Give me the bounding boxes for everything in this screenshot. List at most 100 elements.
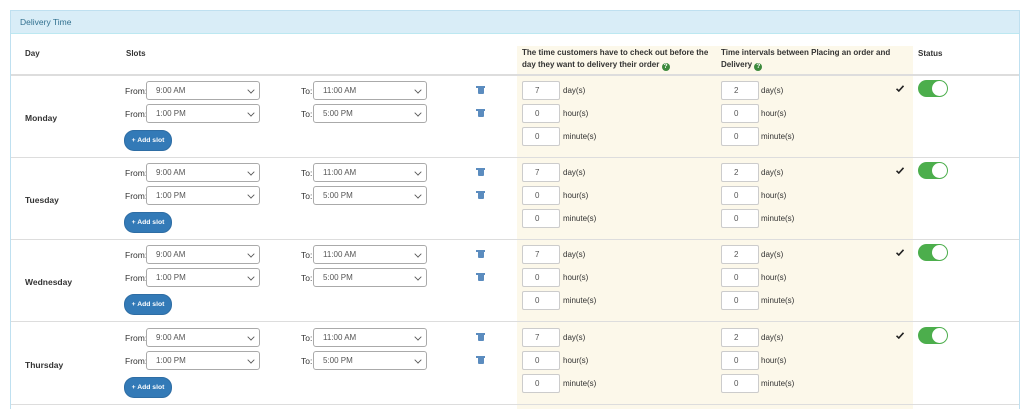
header-day: Day: [25, 49, 40, 58]
slot-to-select[interactable]: 11:00 AM: [313, 81, 427, 100]
checkout-hours-unit: hour(s): [563, 109, 589, 118]
interval-minutes-unit: minute(s): [761, 296, 795, 305]
interval-minutes-input[interactable]: 0: [721, 291, 759, 310]
checkmark-icon: [896, 167, 904, 174]
slot-from-select[interactable]: 1:00 PM: [146, 186, 260, 205]
checkout-minutes-unit: minute(s): [563, 296, 597, 305]
checkout-days-input[interactable]: 7: [522, 81, 560, 100]
interval-days-input[interactable]: 2: [721, 328, 759, 347]
checkout-minutes-input[interactable]: 0: [522, 374, 560, 393]
help-icon[interactable]: ?: [754, 63, 763, 71]
checkmark-icon: [896, 85, 904, 92]
help-icon[interactable]: ?: [661, 63, 670, 71]
slot-from-value: 9:00 AM: [156, 333, 186, 342]
add-slot-button[interactable]: + Add slot: [124, 294, 172, 315]
header-checkout-line-2: day they want to delivery their order ?: [522, 59, 708, 71]
slot-from-select[interactable]: 1:00 PM: [146, 104, 260, 123]
to-label: To:: [301, 109, 313, 119]
slot-to-value: 5:00 PM: [323, 356, 353, 365]
chevron-down-icon: [414, 191, 422, 199]
add-slot-button[interactable]: + Add slot: [124, 212, 172, 233]
chevron-down-icon: [247, 356, 255, 364]
trash-icon[interactable]: [476, 273, 485, 281]
checkout-minutes-input[interactable]: 0: [522, 127, 560, 146]
checkout-hours-input[interactable]: 0: [522, 351, 560, 370]
slot-from-value: 9:00 AM: [156, 168, 186, 177]
checkout-hours-input[interactable]: 0: [522, 104, 560, 123]
status-toggle[interactable]: [918, 244, 948, 261]
to-label: To:: [301, 356, 313, 366]
slot-to-select[interactable]: 5:00 PM: [313, 351, 427, 370]
interval-minutes-unit: minute(s): [761, 379, 795, 388]
slot-to-select[interactable]: 11:00 AM: [313, 245, 427, 264]
header-checkout-line-1: The time customers have to check out bef…: [522, 48, 709, 57]
chevron-down-icon: [414, 109, 422, 117]
interval-hours-unit: hour(s): [761, 356, 787, 365]
interval-minutes-input[interactable]: 0: [721, 374, 759, 393]
interval-minutes-input[interactable]: 0: [721, 209, 759, 228]
day-name: Monday: [25, 113, 58, 123]
checkout-hours-input[interactable]: 0: [522, 268, 560, 287]
interval-days-input[interactable]: 2: [721, 245, 759, 264]
slot-to-select[interactable]: 5:00 PM: [313, 268, 427, 287]
interval-hours-input[interactable]: 0: [721, 186, 759, 205]
interval-days-unit: day(s): [761, 86, 784, 95]
interval-hours-input[interactable]: 0: [721, 351, 759, 370]
toggle-knob: [932, 328, 947, 343]
checkout-minutes-input[interactable]: 0: [522, 209, 560, 228]
trash-icon[interactable]: [476, 250, 485, 258]
day-row: Monday From: 9:00 AM To: 11:00 AM From: 1:00 P…: [11, 76, 1019, 158]
checkout-hours-input[interactable]: 0: [522, 186, 560, 205]
add-slot-button[interactable]: + Add slot: [124, 130, 172, 151]
slot-to-value: 5:00 PM: [323, 191, 353, 200]
trash-icon[interactable]: [476, 333, 485, 341]
chevron-down-icon: [247, 250, 255, 258]
chevron-down-icon: [414, 273, 422, 281]
slot-from-select[interactable]: 1:00 PM: [146, 351, 260, 370]
chevron-down-icon: [414, 333, 422, 341]
add-slot-button[interactable]: + Add slot: [124, 377, 172, 398]
slot-to-select[interactable]: 11:00 AM: [313, 328, 427, 347]
day-name: Tuesday: [25, 195, 59, 205]
checkout-minutes-unit: minute(s): [563, 214, 597, 223]
from-label: From:: [125, 191, 148, 201]
slot-from-value: 1:00 PM: [156, 356, 186, 365]
trash-icon[interactable]: [476, 191, 485, 199]
slot-to-select[interactable]: 5:00 PM: [313, 186, 427, 205]
checkout-days-unit: day(s): [563, 333, 586, 342]
slot-from-select[interactable]: 9:00 AM: [146, 328, 260, 347]
trash-icon[interactable]: [476, 168, 485, 176]
status-toggle[interactable]: [918, 80, 948, 97]
checkout-days-input[interactable]: 7: [522, 245, 560, 264]
trash-icon[interactable]: [476, 356, 485, 364]
slot-to-select[interactable]: 11:00 AM: [313, 163, 427, 182]
chevron-down-icon: [247, 273, 255, 281]
interval-minutes-input[interactable]: 0: [721, 127, 759, 146]
slot-from-value: 1:00 PM: [156, 109, 186, 118]
header-interval: Time intervals between Placing an order …: [721, 47, 890, 71]
status-toggle[interactable]: [918, 327, 948, 344]
slot-to-value: 5:00 PM: [323, 273, 353, 282]
interval-days-unit: day(s): [761, 168, 784, 177]
checkmark-icon: [896, 332, 904, 339]
slot-to-select[interactable]: 5:00 PM: [313, 104, 427, 123]
slot-from-select[interactable]: 9:00 AM: [146, 245, 260, 264]
checkout-days-input[interactable]: 7: [522, 163, 560, 182]
checkout-days-input[interactable]: 7: [522, 328, 560, 347]
slot-from-select[interactable]: 9:00 AM: [146, 81, 260, 100]
interval-days-input[interactable]: 2: [721, 163, 759, 182]
slot-from-select[interactable]: 9:00 AM: [146, 163, 260, 182]
header-slots: Slots: [126, 49, 146, 58]
status-toggle[interactable]: [918, 162, 948, 179]
trash-icon[interactable]: [476, 109, 485, 117]
checkout-minutes-input[interactable]: 0: [522, 291, 560, 310]
trash-icon[interactable]: [476, 86, 485, 94]
interval-hours-input[interactable]: 0: [721, 268, 759, 287]
chevron-down-icon: [414, 356, 422, 364]
slot-from-select[interactable]: 1:00 PM: [146, 268, 260, 287]
interval-hours-input[interactable]: 0: [721, 104, 759, 123]
slot-to-value: 11:00 AM: [323, 333, 357, 342]
chevron-down-icon: [247, 333, 255, 341]
header-interval-line-2-text: Delivery: [721, 60, 753, 69]
interval-days-input[interactable]: 2: [721, 81, 759, 100]
